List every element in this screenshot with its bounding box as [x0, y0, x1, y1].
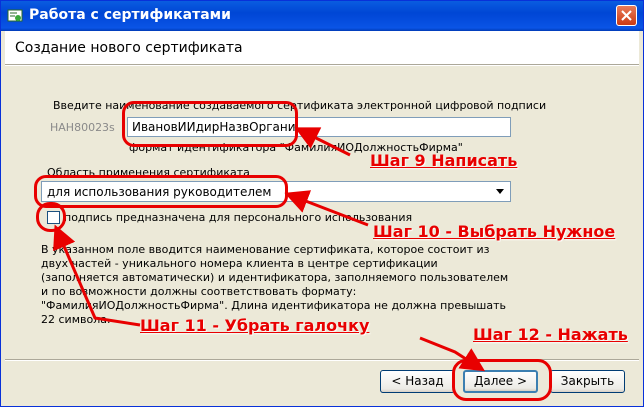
window-title: Работа с сертификатами [29, 7, 231, 23]
step12-highlight [452, 359, 552, 401]
certificate-app-icon [7, 9, 23, 22]
personal-use-label[interactable]: подпись предназначена для персонального … [64, 211, 412, 224]
close-button[interactable]: Закрыть [550, 370, 625, 393]
wizard-header: Создание нового сертификата [5, 31, 639, 64]
description-text: В указанном поле вводится наименование с… [41, 243, 509, 326]
header-divider [5, 64, 639, 66]
back-button[interactable]: < Назад [380, 370, 455, 393]
step9-highlight [122, 101, 298, 147]
step10-annotation: Шаг 10 - Выбрать Нужное [373, 222, 616, 241]
step10-highlight [34, 175, 288, 208]
client-number-prefix: НАН80023s [50, 121, 115, 134]
step9-annotation: Шаг 9 Написать [370, 151, 518, 170]
step12-annotation: Шаг 12 - Нажать [473, 325, 628, 344]
page-title: Создание нового сертификата [15, 40, 243, 56]
title-bar[interactable]: Работа с сертификатами [1, 1, 643, 31]
chevron-down-icon[interactable] [496, 189, 504, 194]
window-close-button[interactable] [616, 5, 637, 26]
step11-highlight [36, 202, 66, 232]
close-icon [621, 10, 632, 21]
step11-annotation: Шаг 11 - Убрать галочку [140, 316, 370, 335]
